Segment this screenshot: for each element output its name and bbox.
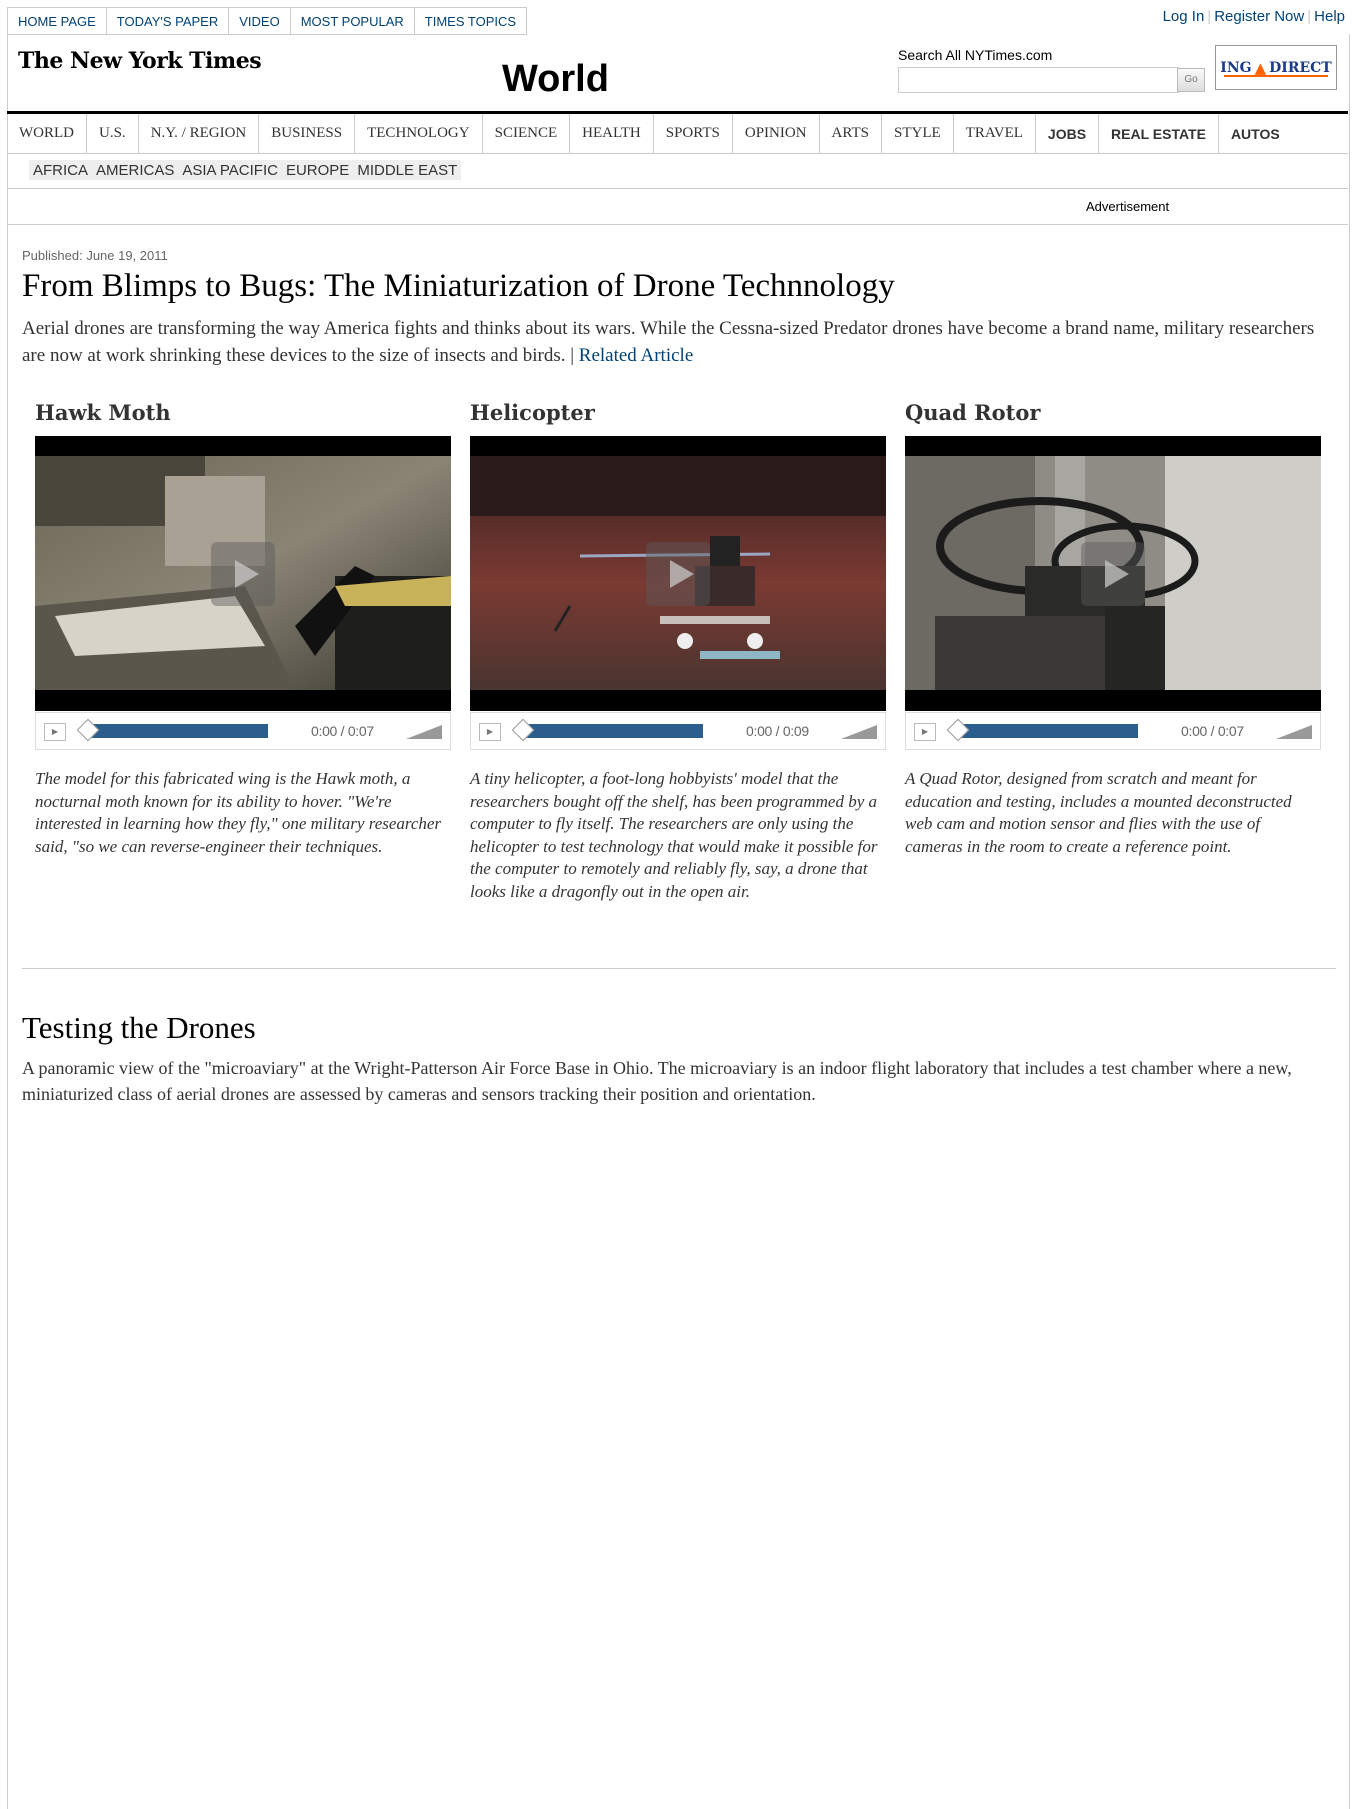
region-subnav: AFRICA AMERICAS ASIA PACIFIC EUROPE MIDD… (29, 160, 462, 180)
video-title: Quad Rotor (905, 400, 1041, 425)
progress-knob[interactable] (76, 718, 100, 742)
tab-todays-paper[interactable]: TODAY'S PAPER (105, 7, 229, 35)
search-label: Search All NYTimes.com (898, 47, 1053, 63)
nyt-logo[interactable]: The New York Times (18, 48, 262, 74)
divider (7, 188, 1348, 189)
video-time: 0:00 / 0:09 (746, 723, 809, 739)
progress-knob[interactable] (946, 718, 970, 742)
nav-jobs[interactable]: JOBS (1036, 114, 1100, 153)
ad-logo-text-right: DIRECT (1269, 59, 1332, 76)
video-caption: The model for this fabricated wing is th… (35, 769, 442, 856)
lion-icon: ▲ (1254, 58, 1267, 77)
register-link[interactable]: Register Now (1211, 8, 1307, 25)
ad-logo-text-left: ING (1220, 59, 1252, 76)
article-summary: Aerial drones are transforming the way A… (22, 315, 1322, 369)
tab-video[interactable]: VIDEO (228, 7, 290, 35)
nav-real-estate[interactable]: REAL ESTATE (1099, 114, 1219, 153)
search-input[interactable] (898, 67, 1179, 93)
section-heading: Testing the Drones (22, 1010, 256, 1045)
video-title: Helicopter (470, 400, 595, 425)
play-overlay-button[interactable] (646, 541, 710, 606)
top-tabs: HOME PAGE TODAY'S PAPER VIDEO MOST POPUL… (7, 7, 528, 35)
nav-travel[interactable]: TRAVEL (954, 114, 1036, 153)
progress-knob[interactable] (511, 718, 535, 742)
nav-opinion[interactable]: OPINION (733, 114, 820, 153)
video-player[interactable] (905, 436, 1321, 711)
volume-icon[interactable] (1276, 725, 1312, 739)
volume-icon[interactable] (406, 725, 442, 739)
video-hawk-moth: Hawk Moth ▶ 0:00 / 0:07 The model for th… (35, 400, 451, 856)
advertisement-label: Advertisement (1086, 199, 1170, 214)
published-date: Published: June 19, 2011 (22, 248, 168, 263)
progress-bar[interactable] (946, 718, 1138, 742)
play-button[interactable]: ▶ (479, 723, 501, 741)
video-helicopter: Helicopter ▶ 0:00 / 0:09 A tiny helicopt (470, 400, 886, 901)
section-nav: WORLD U.S. N.Y. / REGION BUSINESS TECHNO… (7, 111, 1348, 154)
video-quad-rotor: Quad Rotor ▶ 0:00 / 0:07 A Quad Rotor, d… (905, 400, 1321, 856)
progress-bar[interactable] (511, 718, 703, 742)
ing-direct-ad[interactable]: ING ▲ DIRECT (1215, 45, 1337, 90)
video-player[interactable] (470, 436, 886, 711)
subnav-americas[interactable]: AMERICAS (92, 160, 178, 180)
subnav-africa[interactable]: AFRICA (29, 160, 92, 180)
nav-ny-region[interactable]: N.Y. / REGION (139, 114, 260, 153)
video-controls: ▶ 0:00 / 0:07 (905, 712, 1321, 750)
section-title: World (502, 58, 609, 100)
nav-sports[interactable]: SPORTS (654, 114, 733, 153)
nav-business[interactable]: BUSINESS (259, 114, 356, 153)
video-caption: A Quad Rotor, designed from scratch and … (905, 769, 1292, 856)
nav-technology[interactable]: TECHNOLOGY (355, 114, 483, 153)
nav-arts[interactable]: ARTS (820, 114, 882, 153)
help-link[interactable]: Help (1311, 8, 1348, 25)
progress-bar[interactable] (76, 718, 268, 742)
subnav-middle-east[interactable]: MIDDLE EAST (353, 160, 461, 180)
tab-times-topics[interactable]: TIMES TOPICS (413, 7, 528, 35)
nav-health[interactable]: HEALTH (570, 114, 654, 153)
tab-most-popular[interactable]: MOST POPULAR (289, 7, 414, 35)
search-go-button[interactable]: Go (1177, 68, 1205, 92)
video-controls: ▶ 0:00 / 0:09 (470, 712, 886, 750)
summary-separator: | (565, 345, 579, 366)
play-overlay-button[interactable] (211, 541, 275, 606)
section-divider (22, 968, 1336, 969)
volume-icon[interactable] (841, 725, 877, 739)
video-controls: ▶ 0:00 / 0:07 (35, 712, 451, 750)
video-time: 0:00 / 0:07 (311, 723, 374, 739)
related-article-link[interactable]: Related Article (579, 345, 693, 366)
login-link[interactable]: Log In (1160, 8, 1208, 25)
play-button[interactable]: ▶ (914, 723, 936, 741)
video-time: 0:00 / 0:07 (1181, 723, 1244, 739)
play-button[interactable]: ▶ (44, 723, 66, 741)
ad-underline (1224, 75, 1328, 77)
nav-us[interactable]: U.S. (87, 114, 139, 153)
tab-home-page[interactable]: HOME PAGE (7, 7, 106, 35)
subnav-asia-pacific[interactable]: ASIA PACIFIC (178, 160, 282, 180)
section-description: A panoramic view of the "microaviary" at… (22, 1058, 1292, 1104)
video-player[interactable] (35, 436, 451, 711)
nav-science[interactable]: SCIENCE (483, 114, 571, 153)
video-caption: A tiny helicopter, a foot-long hobbyists… (470, 769, 878, 901)
user-links: Log In | Register Now | Help (1160, 8, 1348, 25)
article-headline: From Blimps to Bugs: The Miniaturization… (22, 268, 895, 304)
video-title: Hawk Moth (35, 400, 171, 425)
nav-style[interactable]: STYLE (882, 114, 954, 153)
subnav-europe[interactable]: EUROPE (282, 160, 353, 180)
divider (7, 224, 1348, 225)
nav-autos[interactable]: AUTOS (1219, 114, 1292, 153)
nav-world[interactable]: WORLD (7, 114, 87, 153)
play-overlay-button[interactable] (1081, 541, 1145, 606)
